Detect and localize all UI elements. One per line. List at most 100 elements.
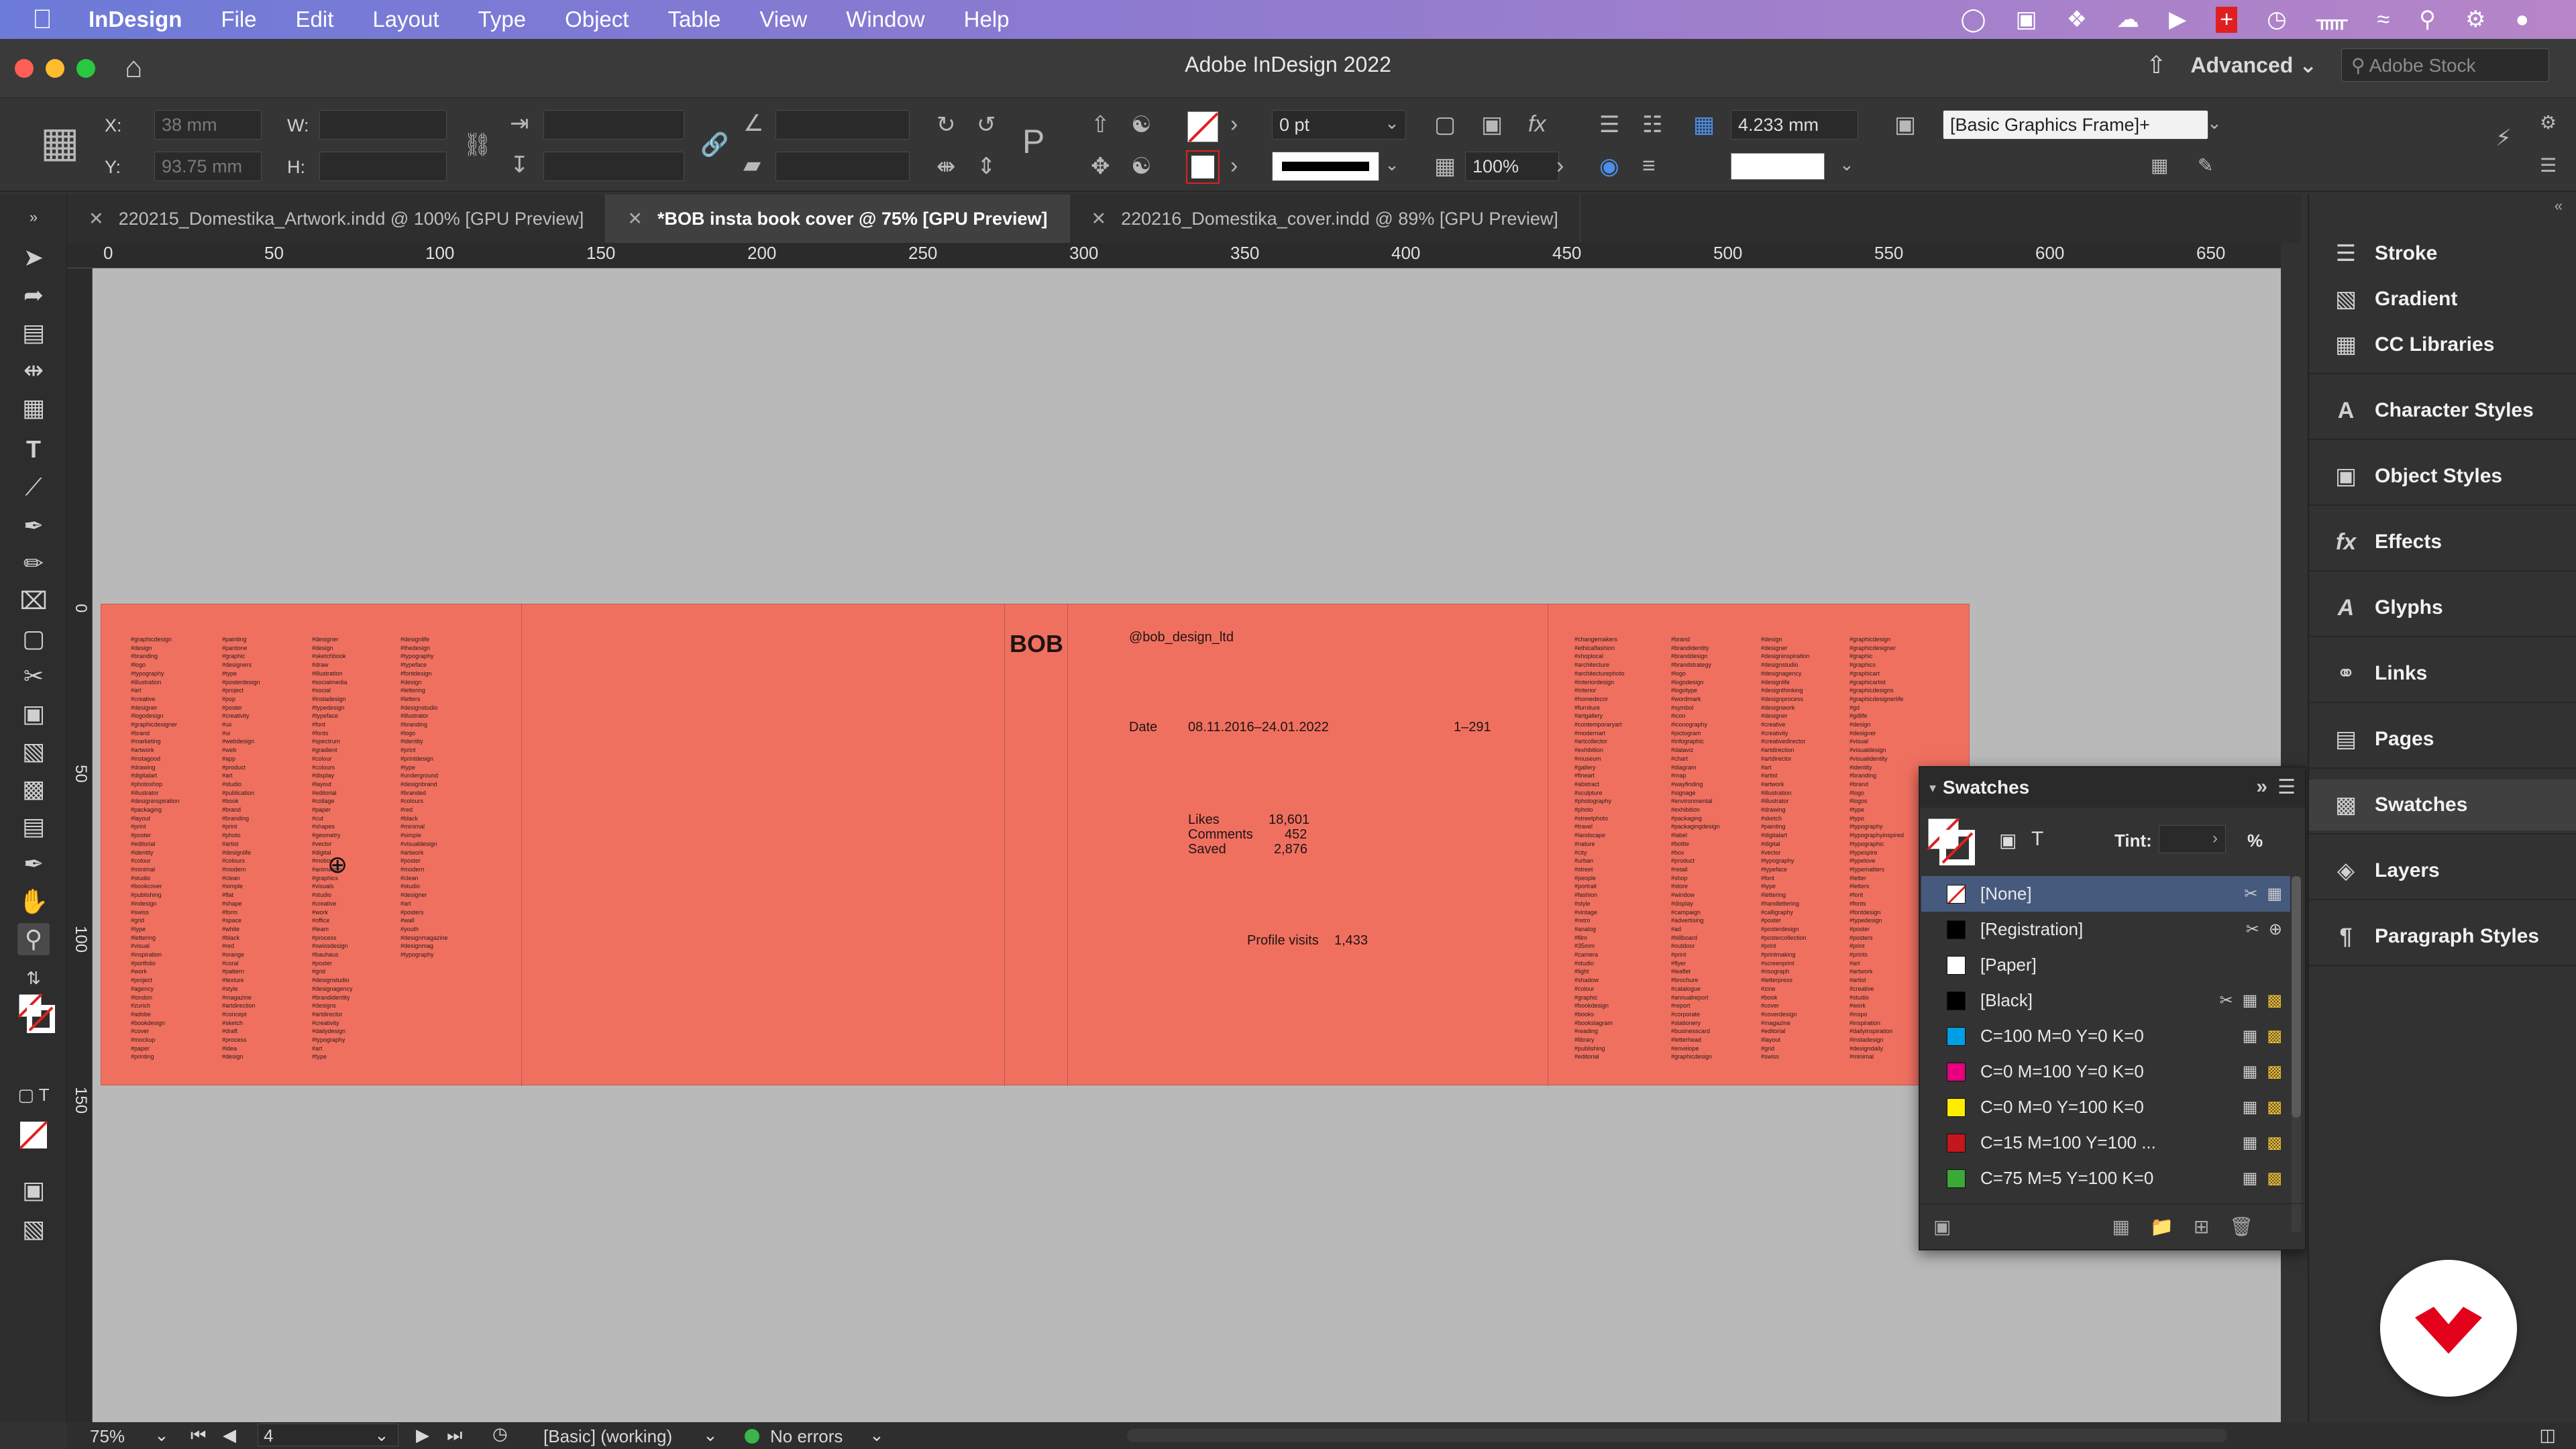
page-tool-icon[interactable]: ▤ xyxy=(17,317,50,349)
opacity-dropdown-icon[interactable]: › xyxy=(1556,153,1564,179)
gap-tool-icon[interactable]: ⇹ xyxy=(17,354,50,386)
select-next-icon[interactable]: ☯ xyxy=(1131,153,1151,180)
horizontal-ruler[interactable]: 0 50 100 150 200 250 300 350 400 450 500… xyxy=(67,243,2281,268)
formatting-container-icon[interactable]: ▣ xyxy=(1999,829,2017,851)
first-page-icon[interactable]: ⏮ xyxy=(191,1425,206,1446)
panel-menu-icon[interactable]: ☰ xyxy=(2277,775,2296,799)
direct-selection-tool-icon[interactable]: ➦ xyxy=(17,279,50,311)
eyedropper-tool-icon[interactable]: ✒ xyxy=(17,848,50,880)
redefine-style-icon[interactable]: ✎ xyxy=(2198,154,2213,176)
note-tool-icon[interactable]: ▤ xyxy=(17,810,50,843)
pencil-tool-icon[interactable]: ✏ xyxy=(17,547,50,580)
swatch-registration[interactable]: [Registration] ✂ ⊕ xyxy=(1921,912,2290,947)
stroke-type-dropdown-icon[interactable]: ⌄ xyxy=(1385,154,1399,175)
collapse-dock-icon[interactable]: « xyxy=(2555,197,2563,215)
frame-color-dropdown-icon[interactable]: ⌄ xyxy=(1839,154,1854,175)
swatch-none[interactable]: [None] ✂ ▦ xyxy=(1921,876,2290,912)
hand-tool-icon[interactable]: ✋ xyxy=(17,885,50,918)
frame-color-preview[interactable] xyxy=(1731,153,1825,180)
swatches-panel-header[interactable]: ▾ Swatches » ☰ xyxy=(1920,767,2305,808)
menu-app[interactable]: InDesign xyxy=(89,7,182,32)
scissors-tool-icon[interactable]: ✂ xyxy=(17,660,50,692)
profile-dropdown-icon[interactable]: ⌄ xyxy=(703,1425,718,1446)
object-style-dropdown-icon[interactable]: ⌄ xyxy=(2207,113,2222,133)
rectangle-frame-tool-icon[interactable]: ⌧ xyxy=(17,585,50,617)
content-collector-icon[interactable]: ▦ xyxy=(17,392,50,424)
link-scale-icon[interactable]: 🔗 xyxy=(700,131,729,158)
fill-dropdown-icon[interactable]: › xyxy=(1230,111,1238,138)
search-icon[interactable]: ⚲ xyxy=(2419,6,2436,33)
swatch-magenta[interactable]: C=0 M=100 Y=0 K=0 ▦ ▩ xyxy=(1921,1054,2290,1089)
fx-icon[interactable]: fx xyxy=(1528,111,1546,138)
previous-page-icon[interactable]: ◀ xyxy=(223,1425,236,1446)
tab-artwork[interactable]: ✕ 220215_Domestika_Artwork.indd @ 100% [G… xyxy=(67,195,606,243)
select-container-icon[interactable]: ⇧ xyxy=(1091,111,1110,138)
show-swatch-kinds-icon[interactable]: ▣ xyxy=(1933,1216,1951,1238)
workspace-switcher[interactable]: Advanced ⌄ xyxy=(2190,52,2317,78)
bluetooth-icon[interactable]: ᚅ xyxy=(2316,6,2348,33)
menu-type[interactable]: Type xyxy=(478,7,527,32)
errors-dropdown-icon[interactable]: ⌄ xyxy=(869,1425,884,1446)
swatches-scroll-thumb[interactable] xyxy=(2292,876,2301,1118)
share-icon[interactable]: ⇧ xyxy=(2146,51,2166,79)
menu-edit[interactable]: Edit xyxy=(296,7,334,32)
object-style-dropdown[interactable]: [Basic Graphics Frame]+ xyxy=(1943,110,2208,140)
new-color-group-icon[interactable]: ▦ xyxy=(2112,1216,2129,1238)
gradient-swatch-tool-icon[interactable]: ▧ xyxy=(17,735,50,767)
dock-layers[interactable]: ◈ Layers xyxy=(2309,845,2576,896)
delete-swatch-icon[interactable]: 🗑 xyxy=(2229,1216,2253,1238)
clear-overrides-icon[interactable]: ▦ xyxy=(2151,154,2168,176)
creative-cloud-icon[interactable]: ◯ xyxy=(1960,6,1986,33)
swatch-cyan[interactable]: C=100 M=0 Y=0 K=0 ▦ ▩ xyxy=(1921,1018,2290,1054)
rotate-ccw-icon[interactable]: ↺ xyxy=(977,111,996,138)
panel-collapse-icon[interactable]: ▾ xyxy=(1929,780,1936,796)
siri-icon[interactable]: ● xyxy=(2515,7,2529,33)
text-wrap-icon[interactable]: ◉ xyxy=(1599,153,1619,180)
scale-y-field[interactable] xyxy=(543,152,684,181)
dock-effects[interactable]: fx Effects xyxy=(2309,517,2576,568)
swiss-cross-icon[interactable]: + xyxy=(2216,6,2238,33)
next-page-icon[interactable]: ▶ xyxy=(416,1425,429,1446)
align-left-icon[interactable]: ☰ xyxy=(1599,111,1619,138)
adobe-stock-search[interactable]: ⚲ Adobe Stock xyxy=(2341,48,2549,82)
preflight-profile[interactable]: [Basic] (working) xyxy=(543,1426,672,1447)
cloud-icon[interactable]: ☁ xyxy=(2116,6,2139,33)
dock-object-styles[interactable]: ▣ Object Styles xyxy=(2309,451,2576,502)
x-field[interactable]: 38 mm xyxy=(154,110,262,140)
rectangle-tool-icon[interactable]: ▢ xyxy=(17,623,50,655)
close-tab-icon[interactable]: ✕ xyxy=(89,209,104,229)
close-tab-icon[interactable]: ✕ xyxy=(1091,209,1107,229)
dock-glyphs[interactable]: A Glyphs xyxy=(2309,582,2576,633)
align-center-icon[interactable]: ☷ xyxy=(1642,111,1662,138)
auto-spacing-icon[interactable]: ▦ xyxy=(1693,111,1715,138)
dock-links[interactable]: ⚭ Links xyxy=(2309,648,2576,699)
zoom-tool-icon[interactable]: ⚲ xyxy=(17,923,50,955)
swatch-paper[interactable]: [Paper] xyxy=(1921,947,2290,983)
dock-cc-libraries[interactable]: ▦ CC Libraries xyxy=(2309,319,2576,370)
fill-swatch[interactable] xyxy=(1187,111,1219,143)
opacity-field[interactable]: 100% xyxy=(1465,152,1559,181)
play-icon[interactable]: ▶ xyxy=(2169,6,2186,33)
camera-icon[interactable]: ▣ xyxy=(2016,6,2037,33)
view-mode-icon[interactable]: ▧ xyxy=(17,1213,50,1245)
zoom-level[interactable]: 75% xyxy=(90,1426,125,1447)
h-field[interactable] xyxy=(319,152,447,181)
preflight-icon[interactable]: ◷ xyxy=(492,1424,508,1444)
scale-x-field[interactable] xyxy=(543,110,684,140)
shear-field[interactable] xyxy=(775,152,910,181)
spacing-field[interactable]: 4.233 mm xyxy=(1731,110,1858,140)
formatting-container-icon[interactable]: ▢ T xyxy=(17,1079,50,1111)
new-swatch-icon[interactable]: ⊞ xyxy=(2194,1216,2209,1238)
line-tool-icon[interactable]: ⟋ xyxy=(17,471,50,503)
rotate-cw-icon[interactable]: ↻ xyxy=(936,111,956,138)
dock-character-styles[interactable]: A Character Styles xyxy=(2309,385,2576,436)
selection-tool-icon[interactable]: ➤ xyxy=(17,241,50,274)
zoom-dropdown-icon[interactable]: ⌄ xyxy=(154,1425,169,1446)
stroke-swatch[interactable] xyxy=(1186,150,1220,184)
last-page-icon[interactable]: ⏭ xyxy=(447,1425,462,1446)
dock-stroke[interactable]: ☰ Stroke xyxy=(2309,228,2576,279)
swatch-green[interactable]: C=75 M=5 Y=100 K=0 ▦ ▩ xyxy=(1921,1161,2290,1196)
split-window-icon[interactable]: ◫ xyxy=(2539,1425,2556,1446)
distribute-icon[interactable]: ≡ xyxy=(1642,153,1656,179)
stroke-dropdown-icon[interactable]: › xyxy=(1230,153,1238,179)
